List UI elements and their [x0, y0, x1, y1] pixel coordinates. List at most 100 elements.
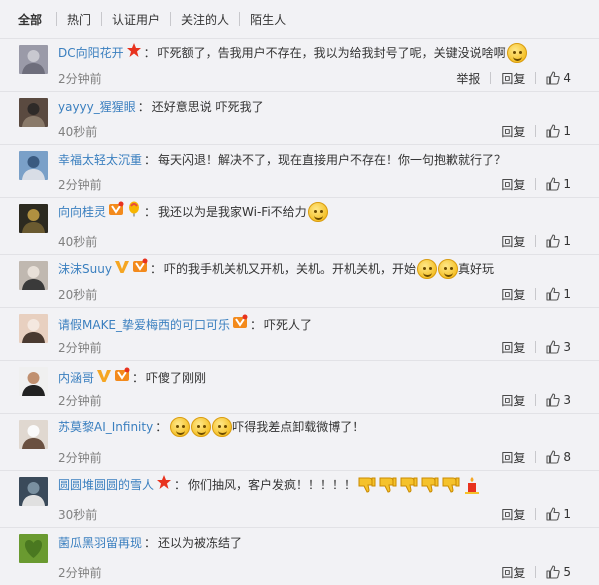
confused-face-icon — [506, 42, 527, 63]
candle-icon — [462, 475, 482, 495]
reply-link[interactable]: 回复 — [501, 70, 525, 87]
comment-row: 幸福太轻太沉重：每天闪退！解决不了，现在直接用户不存在！你一句抱歉就行了？ 2分钟… — [0, 144, 599, 197]
like-button[interactable]: 8 — [546, 450, 571, 464]
comment-text: 我还以为是我家Wi-Fi不给力 — [158, 204, 307, 219]
star-badge — [156, 474, 172, 495]
comment-row: 苏莫黎AI_Infinity： 吓得我差点卸载微博了！ 2分钟前 回复 8 — [0, 413, 599, 470]
comment-row: 沫沫Suuy ：吓的我手机关机又开机，关机。开机关机，开始 真好玩 20秒前 回复 1 — [0, 254, 599, 307]
like-button[interactable]: 5 — [546, 565, 571, 579]
comment-timestamp: 40秒前 — [58, 124, 98, 139]
reply-link[interactable]: 回复 — [501, 123, 525, 140]
like-button[interactable]: 1 — [546, 177, 571, 191]
action-divider — [535, 288, 537, 300]
vip-badge — [132, 258, 148, 279]
comment-meta: 2分钟前 回复 5 — [58, 563, 585, 581]
username-link[interactable]: 请假MAKE_挚爱梅西的可口可乐 — [58, 316, 230, 334]
comment-actions: 回复 1 — [501, 506, 571, 523]
comment-meta: 2分钟前 举报 回复 4 — [58, 69, 585, 87]
thumbs-down-icon — [420, 475, 440, 495]
avatar[interactable] — [19, 261, 48, 290]
comment-actions: 回复 3 — [501, 392, 571, 409]
vip-badge — [232, 314, 248, 335]
reply-link[interactable]: 回复 — [501, 506, 525, 523]
tab-strangers[interactable]: 陌生人 — [250, 11, 286, 28]
comment-timestamp: 2分钟前 — [58, 393, 102, 408]
like-button[interactable]: 1 — [546, 287, 571, 301]
colon-separator: ： — [143, 45, 156, 60]
star-badge — [126, 42, 142, 63]
comment-text: 吓死人了 — [264, 317, 313, 332]
username-link[interactable]: 内涵哥 — [58, 369, 94, 387]
comment-row: 请假MAKE_挚爱梅西的可口可乐 ：吓死人了 2分钟前 回复 3 — [0, 307, 599, 360]
reply-link[interactable]: 回复 — [501, 233, 525, 250]
comment-timestamp: 2分钟前 — [58, 450, 102, 465]
comment-text-after: 真好玩 — [457, 261, 494, 276]
like-button[interactable]: 4 — [546, 71, 571, 85]
comment-body: 圆圆堆圆圆的雪人 ：你们抽风，客户发疯！！！！！ — [58, 474, 482, 495]
avatar[interactable] — [19, 477, 48, 506]
avatar[interactable] — [19, 534, 48, 563]
username-link[interactable]: DC向阳花开 — [58, 44, 124, 62]
avatar[interactable] — [19, 420, 48, 449]
tab-divider — [101, 12, 103, 26]
username-link[interactable]: yayyy_猩猩眼 — [58, 98, 136, 116]
avatar[interactable] — [19, 98, 48, 127]
like-button[interactable]: 3 — [546, 340, 571, 354]
tab-following[interactable]: 关注的人 — [181, 11, 229, 28]
like-button[interactable]: 1 — [546, 124, 571, 138]
like-button[interactable]: 3 — [546, 393, 571, 407]
username-link[interactable]: 幸福太轻太沉重 — [58, 151, 142, 169]
comment-actions: 回复 3 — [501, 339, 571, 356]
username-link[interactable]: 苏莫黎AI_Infinity — [58, 418, 153, 436]
thumbs-down-icon — [399, 475, 419, 495]
comment-text: 还好意思说 吓死我了 — [151, 100, 264, 114]
comment-meta: 2分钟前 回复 8 — [58, 448, 585, 466]
comment-body: 内涵哥 ：吓傻了刚刚 — [58, 367, 206, 388]
like-button[interactable]: 1 — [546, 234, 571, 248]
comment-row: 菌瓜黑羽留再现：还以为被冻结了 2分钟前 回复 5 — [0, 527, 599, 585]
comment-body: 菌瓜黑羽留再现：还以为被冻结了 — [58, 534, 242, 552]
tab-divider — [239, 12, 241, 26]
reply-link[interactable]: 回复 — [501, 392, 525, 409]
username-link[interactable]: 向向桂灵 — [58, 203, 106, 221]
report-link[interactable]: 举报 — [456, 70, 480, 87]
avatar[interactable] — [19, 151, 48, 180]
thumbs-up-icon — [546, 450, 561, 464]
reply-link[interactable]: 回复 — [501, 339, 525, 356]
comment-body: 苏莫黎AI_Infinity： 吓得我差点卸载微博了！ — [58, 417, 364, 437]
comment-body: 幸福太轻太沉重：每天闪退！解决不了，现在直接用户不存在！你一句抱歉就行了？ — [58, 151, 506, 169]
like-count: 4 — [563, 71, 571, 85]
reply-link[interactable]: 回复 — [501, 286, 525, 303]
reply-link[interactable]: 回复 — [501, 449, 525, 466]
username-link[interactable]: 菌瓜黑羽留再现 — [58, 534, 142, 552]
tab-all[interactable]: 全部 — [18, 11, 42, 28]
comment-actions: 回复 8 — [501, 449, 571, 466]
comment-row: DC向阳花开 ：吓死额了，告我用户不存在，我以为给我封号了呢，关键没说啥啊 2分钟前… — [0, 38, 599, 91]
avatar[interactable] — [19, 204, 48, 233]
colon-separator: ： — [149, 261, 162, 276]
thumbs-up-icon — [546, 234, 561, 248]
tab-hot[interactable]: 热门 — [67, 11, 91, 28]
action-divider — [535, 125, 537, 137]
thinking-icon — [212, 417, 233, 437]
thumbs-down-icon — [357, 475, 377, 495]
colon-separator: ： — [144, 204, 157, 219]
like-count: 1 — [563, 177, 571, 191]
avatar[interactable] — [19, 367, 48, 396]
action-divider — [490, 72, 492, 84]
comment-text: 吓傻了刚刚 — [146, 370, 207, 385]
thumbs-down-icon — [441, 475, 461, 495]
avatar[interactable] — [19, 314, 48, 343]
tab-verified-users[interactable]: 认证用户 — [112, 11, 160, 28]
username-link[interactable]: 圆圆堆圆圆的雪人 — [58, 476, 154, 494]
comment-body: 沫沫Suuy ：吓的我手机关机又开机，关机。开机关机，开始 真好玩 — [58, 258, 494, 279]
username-link[interactable]: 沫沫Suuy — [58, 260, 112, 278]
comment-actions: 回复 1 — [501, 233, 571, 250]
reply-link[interactable]: 回复 — [501, 564, 525, 581]
comment-text: 还以为被冻结了 — [158, 536, 243, 550]
like-button[interactable]: 1 — [546, 507, 571, 521]
colon-separator: ： — [137, 100, 150, 114]
avatar[interactable] — [19, 45, 48, 74]
comment-meta: 40秒前 回复 1 — [58, 232, 585, 250]
reply-link[interactable]: 回复 — [501, 176, 525, 193]
